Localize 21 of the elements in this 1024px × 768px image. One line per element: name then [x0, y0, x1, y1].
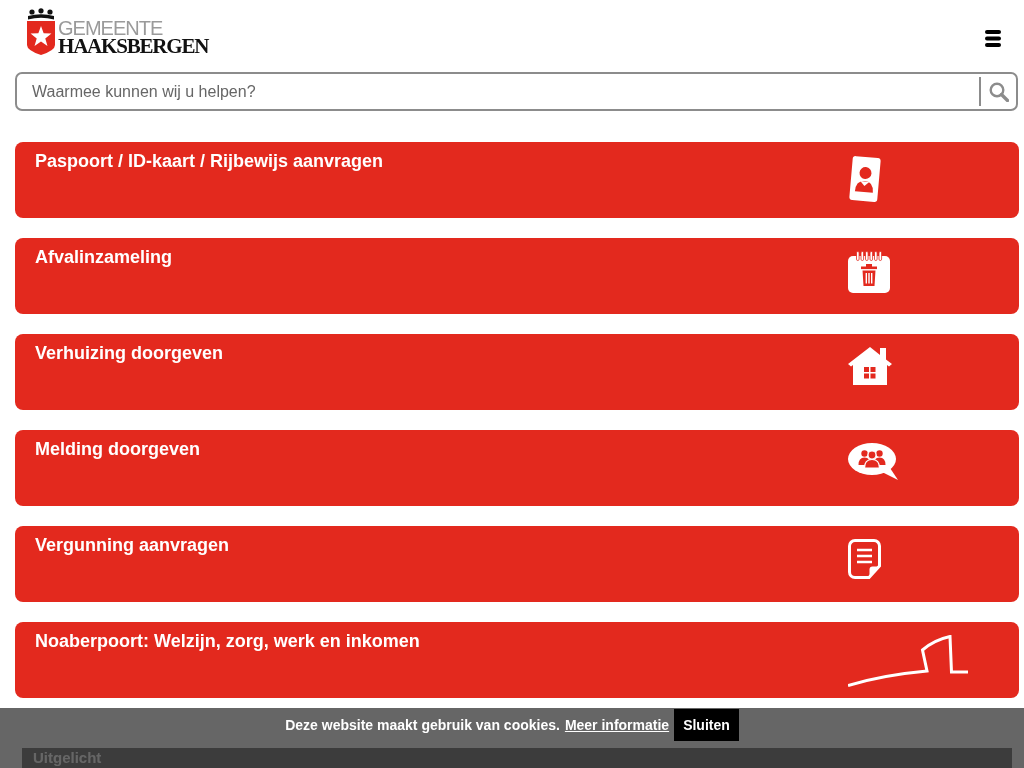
document-icon [848, 539, 882, 579]
crest-icon [26, 8, 56, 55]
dismiss-button[interactable]: Sluiten [674, 709, 739, 741]
speech-bubble-icon [848, 443, 898, 480]
tile-link[interactable]: Noaberpoort: Welzijn, zorg, werk en inkomen [15, 622, 1019, 698]
house-icon [848, 347, 892, 385]
tile-link[interactable]: Verhuizing doorgeven [15, 334, 1019, 410]
menu-icon[interactable] [985, 30, 1001, 47]
tile-link[interactable]: Paspoort / ID-kaart / Rijbewijs aanvragen [15, 142, 1019, 218]
calendar-trash-icon [848, 251, 890, 293]
cookie-message: Deze website maakt gebruik van cookies. [285, 716, 560, 735]
search-field[interactable]: Waarmee kunnen wij u helpen? [15, 72, 1018, 111]
tile-link[interactable]: Melding doorgeven [15, 430, 1019, 506]
more-info-link[interactable]: Meer informatie [564, 709, 670, 741]
search-icon [988, 81, 1009, 102]
tile-link[interactable]: Afvalinzameling [15, 238, 1019, 314]
id-card-icon [848, 155, 882, 203]
logo-text: HAAKSBERGEN [58, 37, 209, 55]
logo-text: GEMEENTE [58, 19, 164, 37]
line-drawing-icon [848, 635, 968, 687]
tile-link[interactable]: Vergunning aanvragen [15, 526, 1019, 602]
